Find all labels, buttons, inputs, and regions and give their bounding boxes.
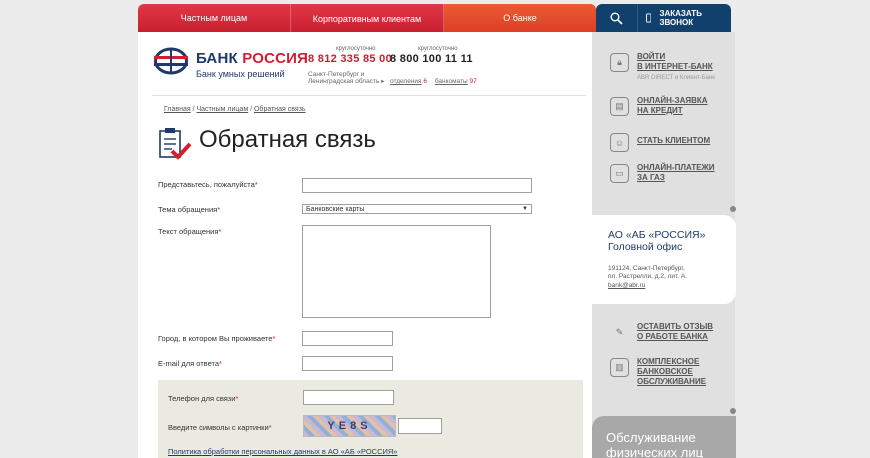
name-label: Представьтесь, пожалуйста*	[158, 180, 258, 189]
pencil-icon: ✎	[615, 327, 624, 337]
office-email-link[interactable]: bank@abr.ru	[608, 282, 736, 289]
logo-text[interactable]: БАНК РОССИЯ Банк умных решений	[196, 50, 308, 79]
sidebar-item-become-client[interactable]: ☺ СТАТЬ КЛИЕНТОМ	[610, 132, 710, 152]
message-textarea[interactable]	[302, 225, 491, 318]
captcha-label: Введите символы с картинки*	[168, 423, 272, 432]
search-button[interactable]	[596, 4, 638, 32]
city-label: Город, в котором Вы проживаете*	[158, 334, 276, 343]
main-content: БАНК РОССИЯ Банк умных решений круглосут…	[138, 32, 592, 458]
nav-private[interactable]: Частным лицам	[138, 4, 291, 32]
branches-link[interactable]: отделения	[390, 78, 422, 85]
sidebar-label: СТАТЬ КЛИЕНТОМ	[637, 136, 711, 145]
sidebar-label: КОМПЛЕКСНОЕ БАНКОВСКОЕ ОБСЛУЖИВАНИЕ	[637, 357, 707, 386]
sidebar-item-feedback[interactable]: ✎ ОСТАВИТЬ ОТЗЫВ О РАБОТЕ БАНКА	[610, 322, 713, 342]
user-icon: ☺	[610, 133, 629, 152]
branches-links: отделения 6 банкоматы 97	[390, 78, 483, 85]
sidebar-item-gas-payment[interactable]: ▭ ОНЛАЙН-ПЛАТЕЖИ ЗА ГАЗ	[610, 163, 715, 183]
chevron-down-icon: ▼	[522, 206, 528, 212]
books-icon: ▥	[610, 358, 629, 377]
sidebar-item-credit-request[interactable]: ▤ ОНЛАЙН-ЗАЯВКА НА КРЕДИТ	[610, 96, 708, 116]
sidebar-label: ОНЛАЙН-ПЛАТЕЖИ ЗА ГАЗ	[637, 163, 715, 182]
email-label: E-mail для ответа*	[158, 359, 222, 368]
callback-button[interactable]: ЗАКАЗАТЬ ЗВОНОК	[638, 9, 731, 27]
phone-block-spb: круглосуточно 8 812 335 85 00 Санкт-Пете…	[308, 46, 392, 85]
phone-number-free[interactable]: 8 800 100 11 11	[390, 53, 483, 65]
callback-label: ЗАКАЗАТЬ ЗВОНОК	[659, 9, 702, 27]
search-icon	[610, 12, 623, 25]
slider-dot	[730, 206, 736, 212]
phone-block-free: круглосуточно 8 800 100 11 11 отделения …	[390, 46, 483, 85]
region-selector[interactable]: Санкт-Петербург и Ленинградская область …	[308, 71, 388, 85]
phone-label: Телефон для связи*	[168, 394, 239, 403]
slider-dot	[730, 408, 736, 414]
lock-icon: 🔒︎	[610, 53, 629, 72]
top-nav: Частным лицам Корпоративным клиентам О б…	[138, 4, 596, 32]
sidebar-sublabel: ABR DIRECT и Клиент-Банк	[637, 75, 715, 81]
right-nav: ЗАКАЗАТЬ ЗВОНОК	[596, 4, 731, 32]
sidebar-label: ОНЛАЙН-ЗАЯВКА НА КРЕДИТ	[637, 96, 708, 115]
email-input[interactable]	[302, 356, 393, 371]
card-icon: ▭	[610, 164, 629, 183]
office-title: АО «АБ «РОССИЯ» Головной офис	[608, 229, 706, 253]
bank-logo-icon[interactable]	[154, 47, 188, 75]
sidebar-item-complex-service[interactable]: ▥ КОМПЛЕКСНОЕ БАНКОВСКОЕ ОБСЛУЖИВАНИЕ	[610, 357, 706, 387]
phone-input[interactable]	[303, 390, 394, 405]
service-individuals-banner[interactable]: Обслуживание физических лиц	[592, 416, 736, 458]
breadcrumb: Главная / Частным лицам / Обратная связь	[164, 106, 306, 113]
breadcrumb-current[interactable]: Обратная связь	[254, 106, 306, 113]
hours-label: круглосуточно	[418, 46, 458, 52]
atm-count: 97	[469, 78, 477, 85]
sidebar-item-internet-bank[interactable]: 🔒︎ ВОЙТИ В ИНТЕРНЕТ-БАНК ABR DIRECT и Кли…	[610, 52, 715, 81]
hours-label: круглосуточно	[336, 46, 376, 52]
header-divider	[152, 95, 586, 96]
sidebar-label: ОСТАВИТЬ ОТЗЫВ О РАБОТЕ БАНКА	[637, 322, 714, 341]
topic-select[interactable]: Банковские карты ▼	[302, 204, 532, 214]
head-office-card: АО «АБ «РОССИЯ» Головной офис 191124, Сан…	[592, 215, 736, 304]
page-title: Обратная связь	[199, 126, 376, 153]
form-icon: ▤	[610, 97, 629, 116]
city-input[interactable]	[302, 331, 393, 346]
captcha-input[interactable]	[398, 418, 442, 434]
office-address: 191124, Санкт-Петербург, пл. Растрелли, д…	[608, 265, 687, 280]
logo-subtitle: Банк умных решений	[196, 69, 285, 79]
breadcrumb-home[interactable]: Главная	[164, 106, 191, 113]
sidebar-label: ВОЙТИ В ИНТЕРНЕТ-БАНК	[637, 52, 713, 71]
text-label: Текст обращения*	[158, 227, 222, 236]
nav-about[interactable]: О банке	[444, 4, 596, 32]
branches-count: 6	[423, 78, 428, 85]
privacy-policy-link[interactable]: Политика обработки персональных данных в…	[168, 447, 397, 456]
nav-corporate[interactable]: Корпоративным клиентам	[291, 4, 444, 32]
logo-title: БАНК РОССИЯ	[196, 50, 309, 67]
breadcrumb-private[interactable]: Частным лицам	[197, 106, 249, 113]
topic-label: Тема обращения*	[158, 205, 221, 214]
topic-select-value: Банковские карты	[306, 205, 365, 213]
atm-link[interactable]: банкоматы	[435, 78, 468, 85]
name-input[interactable]	[302, 178, 532, 193]
checklist-icon	[159, 128, 192, 160]
phone-icon	[646, 13, 652, 23]
phone-number-spb[interactable]: 8 812 335 85 00	[308, 53, 392, 65]
captcha-image: YE8S	[303, 415, 396, 437]
